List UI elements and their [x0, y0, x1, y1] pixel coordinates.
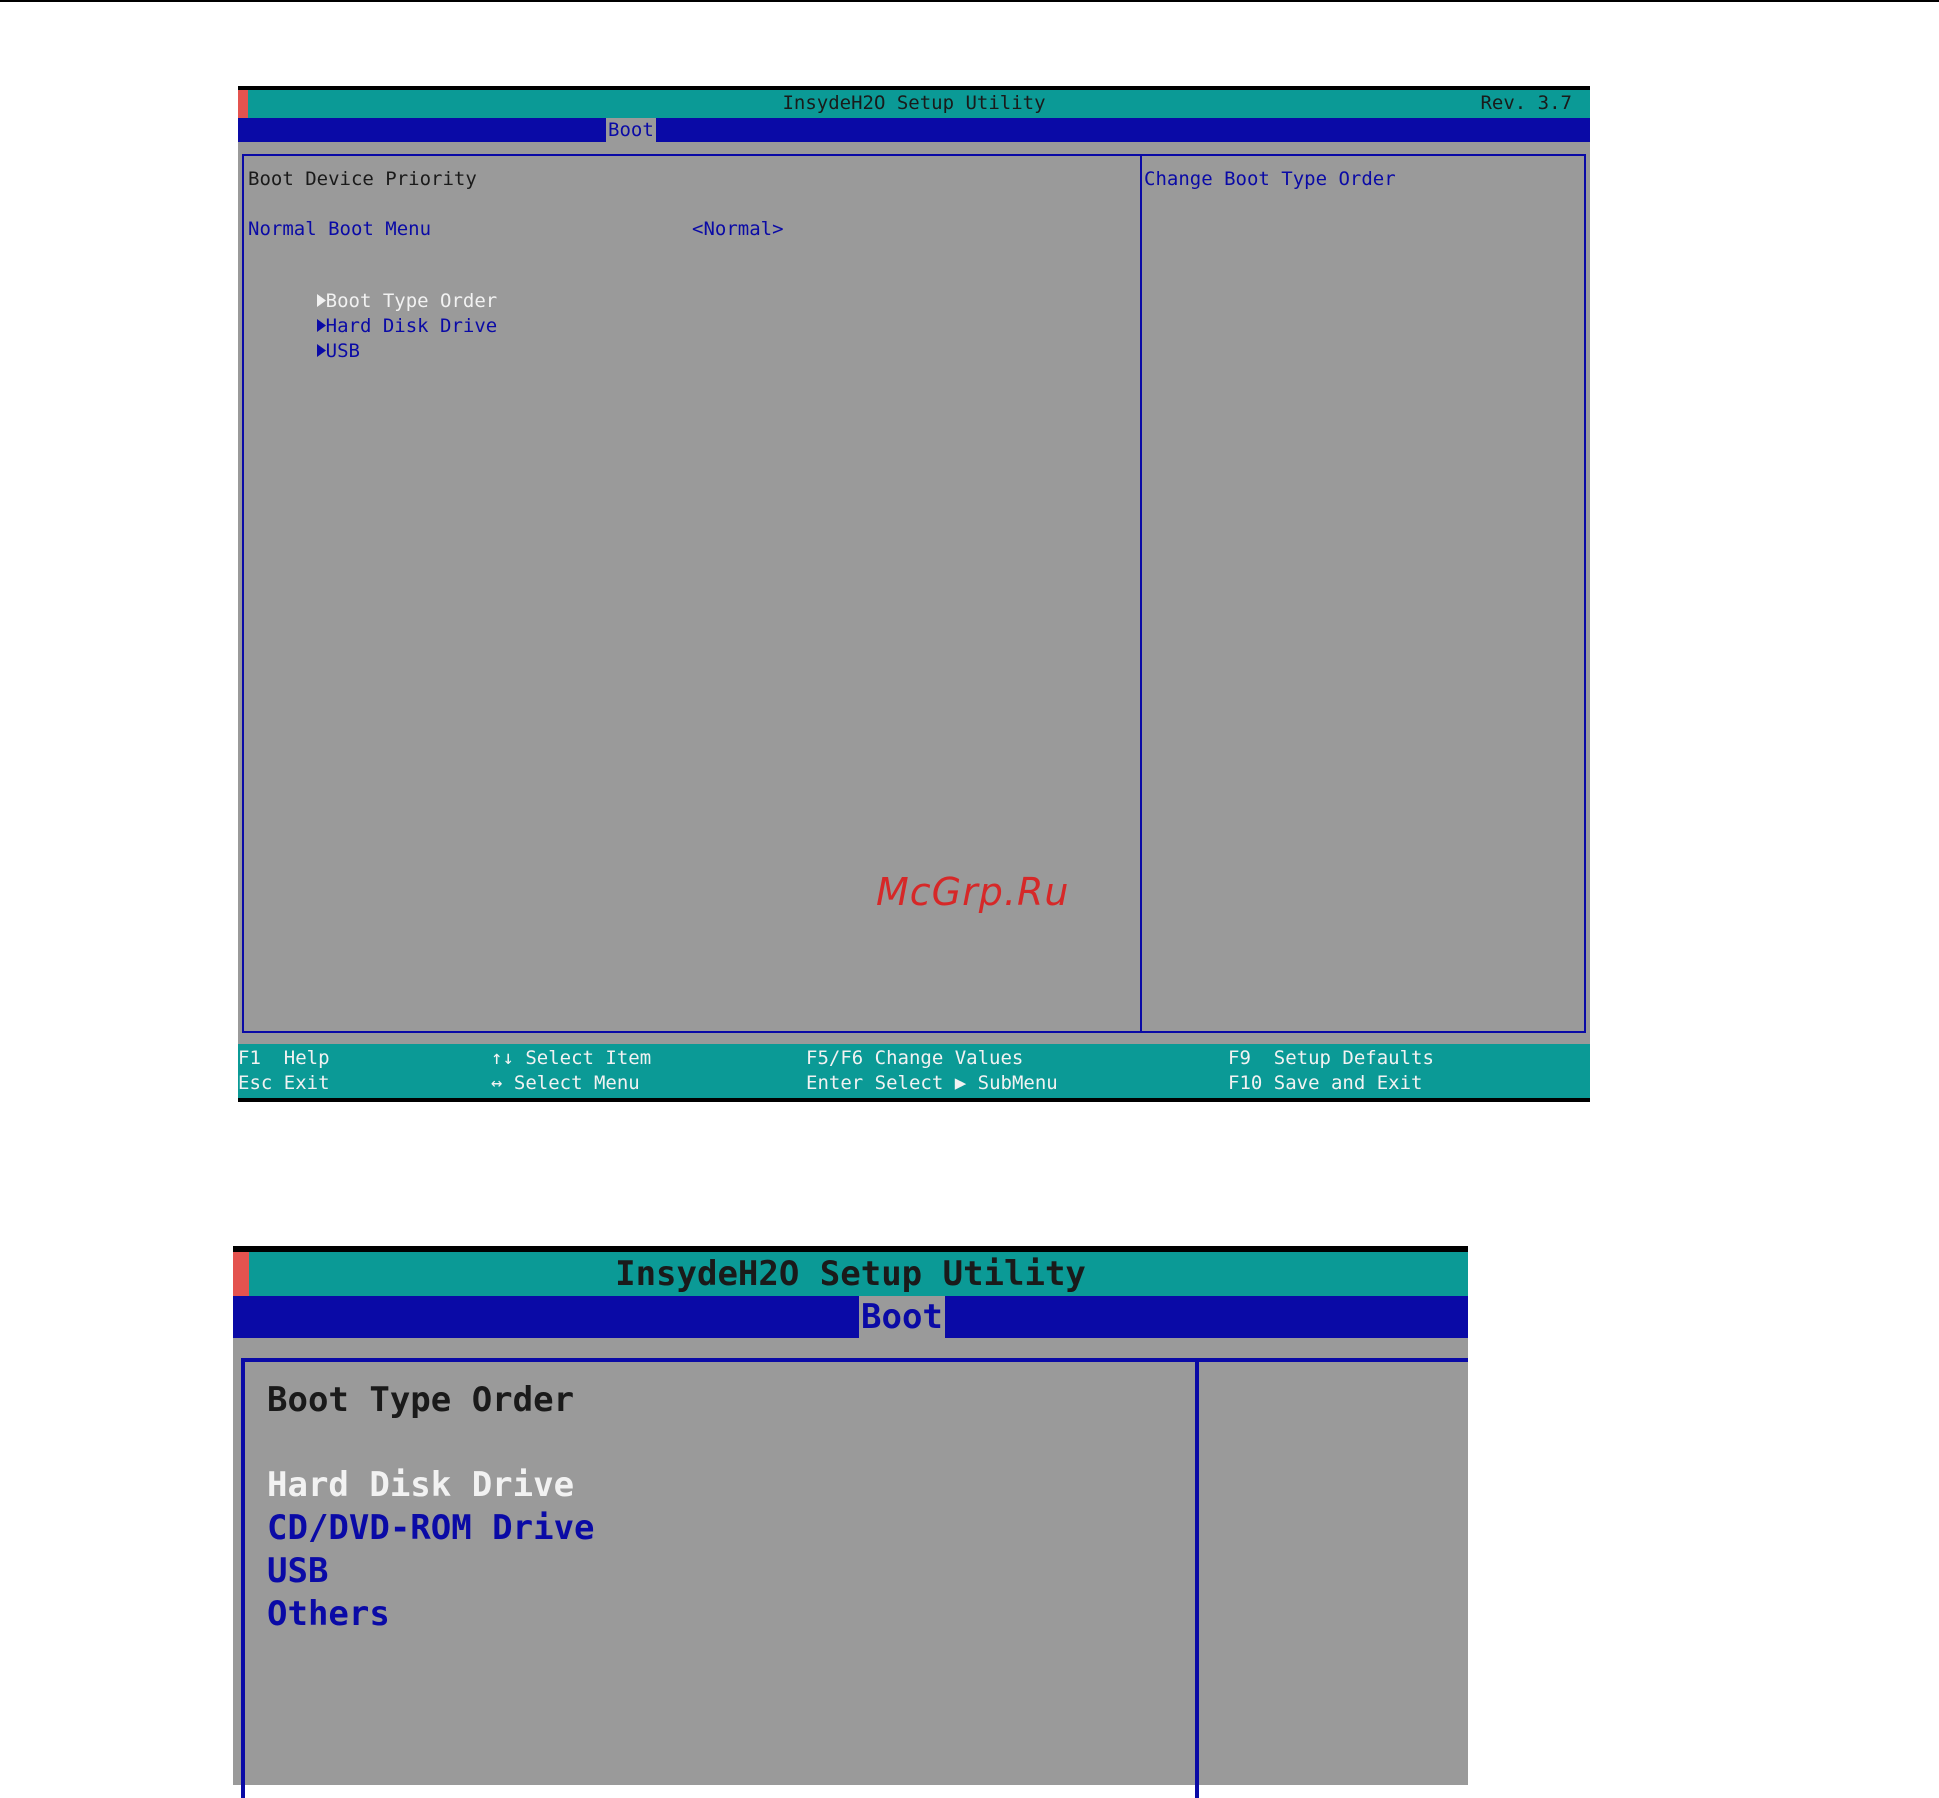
- footer-enter-select-label: Enter Select: [806, 1072, 944, 1094]
- footer-setup-defaults: F9 Setup Defaults: [1228, 1047, 1434, 1069]
- bios-screen-boot-type-order: InsydeH2O Setup Utility Boot Boot Type O…: [233, 1246, 1468, 1798]
- title-bar: InsydeH2O Setup Utility Rev. 3.7: [238, 86, 1590, 118]
- app-title: InsydeH2O Setup Utility: [615, 1254, 1086, 1294]
- boot-order-item-cd-dvd-rom-drive[interactable]: CD/DVD-ROM Drive: [267, 1508, 595, 1548]
- footer-select-menu: ↔ Select Menu: [491, 1072, 640, 1094]
- help-panel: [1195, 1358, 1468, 1798]
- settings-panel: Boot Type Order Hard Disk Drive CD/DVD-R…: [241, 1358, 1199, 1798]
- normal-boot-menu-label[interactable]: Normal Boot Menu: [248, 218, 431, 240]
- tab-bar: Boot: [238, 118, 1590, 142]
- footer-select-item-label: Select Item: [525, 1047, 652, 1069]
- submenu-usb[interactable]: USB: [248, 318, 360, 384]
- help-panel: Change Boot Type Order: [1140, 154, 1586, 1033]
- left-right-arrows-icon: ↔: [491, 1072, 514, 1094]
- tab-boot[interactable]: Boot: [859, 1296, 945, 1338]
- footer-change-values: F5/F6 Change Values: [806, 1047, 1024, 1069]
- watermark: McGrp.Ru: [876, 870, 1070, 914]
- tab-boot[interactable]: Boot: [606, 118, 656, 142]
- revision-label: Rev. 3.7: [1480, 92, 1572, 114]
- boot-order-item-others[interactable]: Others: [267, 1594, 390, 1634]
- section-heading: Boot Device Priority: [248, 168, 477, 190]
- triangle-right-icon: ▶: [954, 1072, 967, 1094]
- key-legend-footer: F1 Help Esc Exit ↑↓ Select Item ↔ Select…: [238, 1044, 1590, 1102]
- footer-enter-select: Enter Select ▶ SubMenu: [806, 1072, 1058, 1094]
- footer-f1-help: F1 Help: [238, 1047, 330, 1069]
- app-title: InsydeH2O Setup Utility: [782, 92, 1046, 114]
- boot-order-item-usb[interactable]: USB: [267, 1551, 328, 1591]
- tab-bar: Boot: [233, 1296, 1468, 1338]
- footer-select-menu-label: Select Menu: [513, 1072, 640, 1094]
- footer-select-item: ↑↓ Select Item: [491, 1047, 651, 1069]
- triangle-right-icon: [316, 344, 326, 357]
- submenu-label: USB: [325, 340, 360, 362]
- footer-save-exit: F10 Save and Exit: [1228, 1072, 1423, 1094]
- help-text: Change Boot Type Order: [1144, 168, 1396, 190]
- boot-order-item-hard-disk-drive[interactable]: Hard Disk Drive: [267, 1465, 574, 1505]
- normal-boot-menu-value[interactable]: <Normal>: [692, 218, 784, 240]
- bios-screen-boot: InsydeH2O Setup Utility Rev. 3.7 Boot Bo…: [238, 86, 1590, 1102]
- footer-esc-exit: Esc Exit: [238, 1072, 330, 1094]
- title-bar: InsydeH2O Setup Utility: [233, 1246, 1468, 1296]
- section-heading: Boot Type Order: [267, 1380, 575, 1420]
- up-down-arrows-icon: ↑↓: [491, 1047, 526, 1069]
- footer-submenu-label: SubMenu: [977, 1072, 1058, 1094]
- page-top-rule: [0, 0, 1939, 2]
